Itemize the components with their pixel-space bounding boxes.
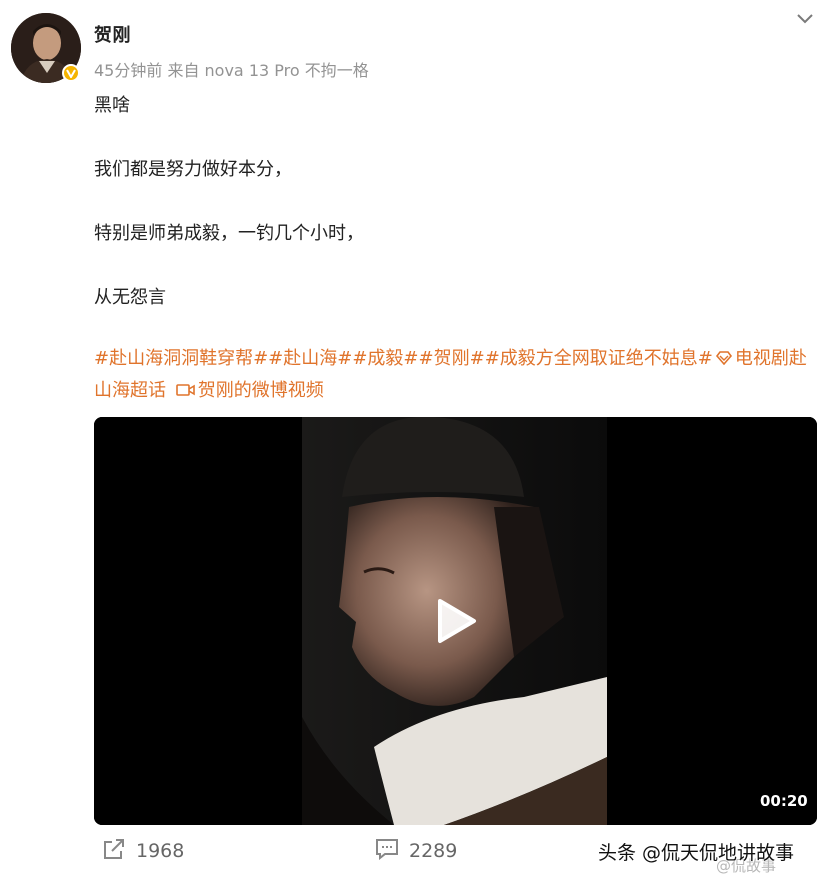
supertopic-icon [713,348,735,369]
chevron-down-icon[interactable] [793,9,817,29]
hashtag-link[interactable]: #赴山海洞洞鞋穿帮# [94,348,268,369]
verified-badge-icon [62,64,80,82]
video-camera-icon [172,380,198,401]
hashtag-link[interactable]: #成毅方全网取证绝不姑息# [485,348,713,369]
play-icon[interactable] [432,597,480,645]
video-duration: 00:20 [760,792,808,810]
hashtag-block: #赴山海洞洞鞋穿帮##赴山海##成毅##贺刚##成毅方全网取证绝不姑息# 电视剧赴… [94,343,814,407]
hashtag-link[interactable]: #成毅# [352,348,418,369]
repost-count: 1968 [136,840,185,862]
post-text-line: 特别是师弟成毅，一钓几个小时， [94,223,364,244]
hashtag-link[interactable]: #赴山海# [268,348,352,369]
repost-button[interactable]: 1968 [102,838,184,864]
comment-count: 2289 [409,840,458,862]
video-link[interactable]: 贺刚的微博视频 [198,380,324,401]
post-text-line: 黑啥 [94,95,130,116]
comment-icon [375,838,409,865]
watermark: 头条 @侃天侃地讲故事 [598,842,795,864]
post-meta: 45分钟前 来自 nova 13 Pro 不拘一格 [94,61,369,80]
post-text-line: 从无怨言 [94,287,166,308]
author-name[interactable]: 贺刚 [94,21,131,47]
post-text-line: 我们都是努力做好本分， [94,159,292,180]
comment-button[interactable]: 2289 [375,838,457,864]
hashtag-link[interactable]: #贺刚# [419,348,485,369]
repost-icon [102,838,136,865]
